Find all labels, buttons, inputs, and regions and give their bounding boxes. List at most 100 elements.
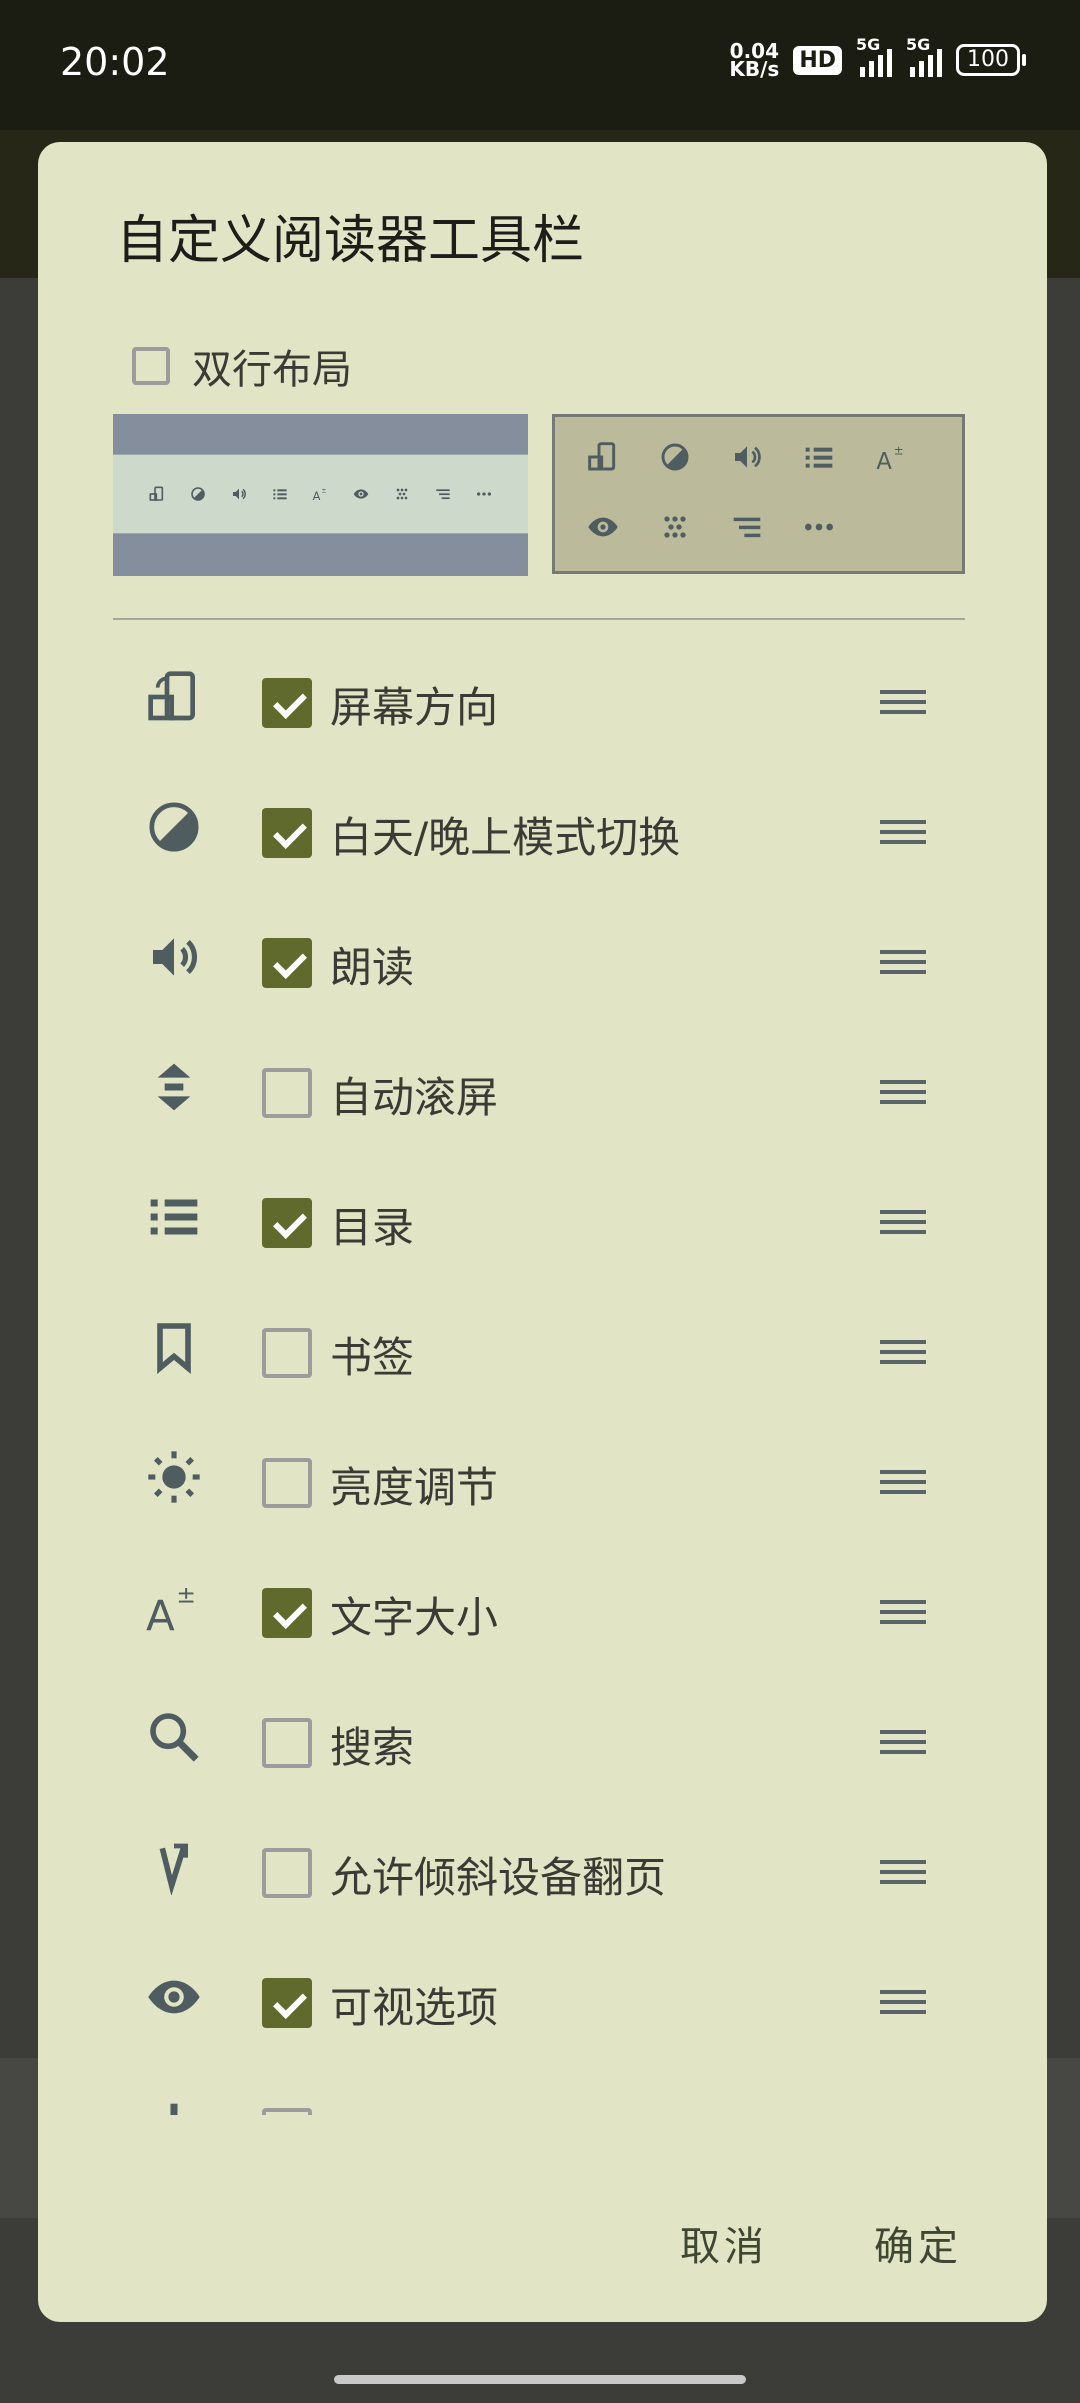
font-size-icon: A ± bbox=[873, 439, 909, 475]
status-bar: 20:02 0.04 KB/s HD 5G 5G 100 bbox=[0, 0, 1080, 130]
auto-scroll-icon bbox=[146, 1059, 202, 1115]
screen-rotation-icon bbox=[585, 439, 621, 475]
bookmark-icon bbox=[146, 1319, 202, 1375]
dual-row-label: 双行布局 bbox=[192, 347, 352, 393]
drag-handle-icon[interactable] bbox=[880, 1860, 926, 1890]
drag-handle-icon[interactable] bbox=[880, 690, 926, 720]
align-icon bbox=[729, 509, 765, 545]
font-size-icon: A ± bbox=[309, 483, 331, 505]
dots-grid-icon bbox=[391, 483, 413, 505]
search-icon bbox=[146, 1709, 202, 1765]
list-icon bbox=[269, 483, 291, 505]
control-icon bbox=[146, 2099, 202, 2115]
item-label: 屏幕方向 bbox=[330, 683, 499, 732]
align-icon bbox=[432, 483, 454, 505]
item-label: 文字大小 bbox=[330, 1593, 499, 1642]
drag-handle-icon[interactable] bbox=[880, 1990, 926, 2020]
item-checkbox[interactable] bbox=[262, 938, 312, 988]
dual-row-layout-option[interactable]: 双行布局 bbox=[132, 337, 352, 395]
dual-row-checkbox[interactable] bbox=[132, 347, 170, 385]
item-checkbox[interactable] bbox=[262, 1588, 312, 1638]
item-checkbox[interactable] bbox=[262, 2108, 312, 2115]
item-label: 控制选项 bbox=[330, 2104, 498, 2115]
list-item[interactable]: 自动滚屏 bbox=[38, 1022, 1047, 1152]
day-night-icon bbox=[146, 799, 202, 855]
svg-text:±: ± bbox=[176, 1580, 196, 1608]
list-item[interactable]: 朗读 bbox=[38, 892, 1047, 1022]
item-checkbox[interactable] bbox=[262, 1198, 312, 1248]
drag-handle-icon[interactable] bbox=[880, 1730, 926, 1760]
item-label: 允许倾斜设备翻页 bbox=[330, 1853, 667, 1902]
item-checkbox[interactable] bbox=[262, 808, 312, 858]
day-night-icon bbox=[657, 439, 693, 475]
item-label: 朗读 bbox=[330, 943, 415, 992]
status-time: 20:02 bbox=[60, 40, 170, 84]
font-size-icon: A ± bbox=[146, 1579, 202, 1635]
drag-handle-icon[interactable] bbox=[880, 950, 926, 980]
volume-icon bbox=[146, 929, 202, 985]
item-checkbox[interactable] bbox=[262, 1978, 312, 2028]
item-label: 白天/晚上模式切换 bbox=[330, 813, 681, 862]
customize-toolbar-dialog: 自定义阅读器工具栏 双行布局 A ± A ± 屏幕方向 白天/晚上模式切换 朗读… bbox=[38, 142, 1047, 2322]
volume-icon bbox=[228, 483, 250, 505]
svg-text:A: A bbox=[146, 1591, 175, 1635]
list-item[interactable]: A ± 文字大小 bbox=[38, 1542, 1047, 1672]
svg-text:±: ± bbox=[322, 488, 327, 495]
item-checkbox[interactable] bbox=[262, 1068, 312, 1118]
cancel-button[interactable]: 取消 bbox=[680, 2214, 768, 2272]
eye-icon bbox=[350, 483, 372, 505]
dialog-actions: 取消 确定 bbox=[38, 2202, 1047, 2292]
item-label: 亮度调节 bbox=[330, 1463, 499, 1512]
list-item[interactable]: 允许倾斜设备翻页 bbox=[38, 1802, 1047, 1932]
item-label: 自动滚屏 bbox=[330, 1073, 499, 1122]
net-speed: 0.04 KB/s bbox=[729, 39, 780, 81]
drag-handle-icon[interactable] bbox=[880, 820, 926, 850]
drag-handle-icon[interactable] bbox=[880, 1600, 926, 1630]
item-label: 目录 bbox=[330, 1203, 415, 1252]
list-icon bbox=[801, 439, 837, 475]
item-label: 书签 bbox=[330, 1333, 415, 1382]
eye-icon bbox=[146, 1969, 202, 2025]
svg-text:±: ± bbox=[894, 443, 904, 457]
list-item[interactable]: 目录 bbox=[38, 1152, 1047, 1282]
brightness-icon bbox=[146, 1449, 202, 1505]
screen-rotation-icon bbox=[146, 669, 202, 725]
item-checkbox[interactable] bbox=[262, 678, 312, 728]
hd-badge: HD bbox=[793, 45, 842, 75]
drag-handle-icon[interactable] bbox=[880, 1080, 926, 1110]
signal-icon: 5G bbox=[856, 35, 892, 77]
list-icon bbox=[146, 1189, 202, 1245]
list-item[interactable]: 控制选项 bbox=[38, 2062, 1047, 2115]
drag-handle-icon[interactable] bbox=[880, 1470, 926, 1500]
list-item[interactable]: 书签 bbox=[38, 1282, 1047, 1412]
list-item[interactable]: 白天/晚上模式切换 bbox=[38, 762, 1047, 892]
item-checkbox[interactable] bbox=[262, 1328, 312, 1378]
svg-text:A: A bbox=[313, 489, 321, 502]
item-checkbox[interactable] bbox=[262, 1458, 312, 1508]
toolbar-items-list[interactable]: 屏幕方向白天/晚上模式切换 朗读自动滚屏目录书签亮度调节 A ± 文字大小搜索允许倾斜设… bbox=[38, 632, 1047, 2115]
ok-button[interactable]: 确定 bbox=[874, 2214, 962, 2272]
divider bbox=[113, 618, 965, 620]
single-row-preview[interactable]: A ± bbox=[113, 414, 528, 576]
tilt-icon bbox=[146, 1839, 202, 1895]
list-item[interactable]: 搜索 bbox=[38, 1672, 1047, 1802]
home-indicator[interactable] bbox=[334, 2375, 746, 2384]
dual-row-preview[interactable]: A ± bbox=[552, 414, 965, 574]
more-icon bbox=[801, 509, 837, 545]
screen-rotation-icon bbox=[146, 483, 168, 505]
signal-icon: 5G bbox=[906, 35, 942, 77]
drag-handle-icon[interactable] bbox=[880, 1340, 926, 1370]
eye-icon bbox=[585, 509, 621, 545]
dots-grid-icon bbox=[657, 509, 693, 545]
drag-handle-icon[interactable] bbox=[880, 1210, 926, 1240]
day-night-icon bbox=[187, 483, 209, 505]
single-row-toolbar-preview: A ± bbox=[113, 454, 528, 534]
list-item[interactable]: 亮度调节 bbox=[38, 1412, 1047, 1542]
dialog-title: 自定义阅读器工具栏 bbox=[116, 211, 585, 271]
volume-icon bbox=[729, 439, 765, 475]
list-item[interactable]: 屏幕方向 bbox=[38, 632, 1047, 762]
item-checkbox[interactable] bbox=[262, 1718, 312, 1768]
more-icon bbox=[473, 483, 495, 505]
list-item[interactable]: 可视选项 bbox=[38, 1932, 1047, 2062]
item-checkbox[interactable] bbox=[262, 1848, 312, 1898]
